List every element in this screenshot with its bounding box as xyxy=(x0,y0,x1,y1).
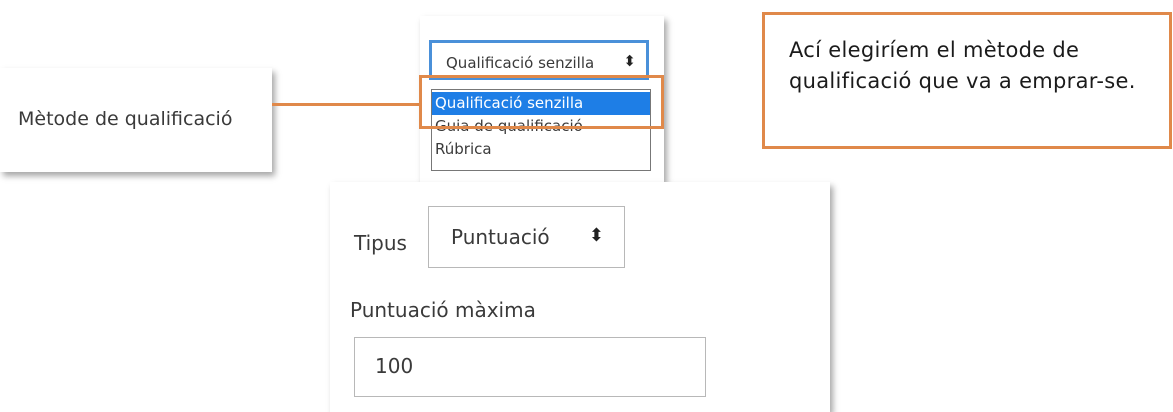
type-select[interactable]: Puntuació ⬍ xyxy=(428,206,625,268)
grading-method-label: Mètode de qualificació xyxy=(18,108,233,130)
explanation-callout: Ací elegiríem el mètode de qualificació … xyxy=(762,12,1172,149)
max-grade-value: 100 xyxy=(375,354,414,378)
grading-method-label-panel: Mètode de qualificació xyxy=(0,68,272,172)
grade-settings-panel: Tipus Puntuació ⬍ Puntuació màxima 100 xyxy=(330,182,830,412)
grading-method-select-value: Qualificació senzilla xyxy=(446,54,595,72)
max-grade-input[interactable]: 100 xyxy=(354,337,706,397)
callout-text: Ací elegiríem el mètode de qualificació … xyxy=(789,38,1136,93)
sort-updown-icon: ⬍ xyxy=(588,225,604,246)
option-rubrica[interactable]: Rúbrica xyxy=(432,138,650,161)
sort-updown-icon: ⬍ xyxy=(623,52,636,70)
max-grade-label: Puntuació màxima xyxy=(350,298,536,322)
option-highlight-box xyxy=(419,75,664,129)
type-select-value: Puntuació xyxy=(451,225,550,249)
callout-connector-line xyxy=(272,103,419,106)
type-label: Tipus xyxy=(354,231,407,255)
grading-method-select[interactable]: Qualificació senzilla ⬍ xyxy=(429,40,649,80)
